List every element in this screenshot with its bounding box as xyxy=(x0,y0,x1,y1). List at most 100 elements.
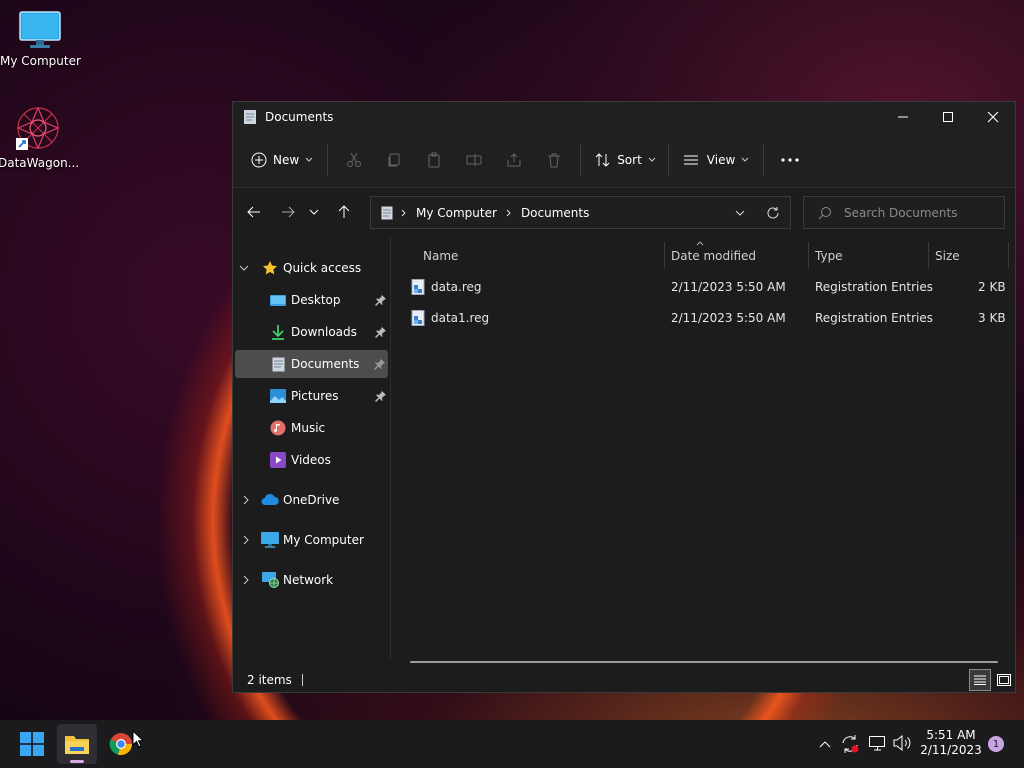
copy-button[interactable] xyxy=(374,144,414,176)
sidebar-item-network[interactable]: Network xyxy=(243,566,333,594)
chevron-down-icon[interactable] xyxy=(735,210,745,216)
address-bar[interactable]: My Computer Documents xyxy=(370,196,791,229)
chevron-right-icon xyxy=(506,209,511,216)
chevron-right-icon xyxy=(401,209,406,216)
desktop-icon-datawagon[interactable]: DataWagon... xyxy=(0,104,80,170)
search-input[interactable]: Search Documents xyxy=(803,196,1005,229)
volume-button[interactable] xyxy=(892,734,912,754)
column-header-size[interactable]: Size xyxy=(935,244,960,268)
sidebar-item-quick-access[interactable]: Quick access xyxy=(239,254,361,282)
column-divider[interactable] xyxy=(928,242,929,268)
share-button[interactable] xyxy=(494,144,534,176)
videos-icon xyxy=(269,451,287,469)
chevron-right-icon xyxy=(243,575,249,585)
table-row[interactable]: data.reg 2/11/2023 5:50 AM Registration … xyxy=(410,273,1006,301)
desktop-folder-icon xyxy=(269,291,287,309)
toolbar-divider xyxy=(667,143,669,176)
file-size: 3 KB xyxy=(978,311,1006,325)
title-bar[interactable]: Documents xyxy=(233,102,1015,132)
navigation-pane: Quick access Desktop Downloads Documents… xyxy=(233,236,391,660)
status-bar: 2 items xyxy=(233,668,1015,692)
chevron-down-icon xyxy=(305,157,313,162)
sidebar-item-music[interactable]: Music xyxy=(269,414,325,442)
column-header-name[interactable]: Name xyxy=(423,244,458,268)
folder-icon xyxy=(65,736,89,754)
details-view-button[interactable] xyxy=(969,669,991,691)
chevron-right-icon xyxy=(243,495,249,505)
sync-status-button[interactable] xyxy=(840,734,860,754)
maximize-icon xyxy=(943,112,953,122)
sidebar-label: Videos xyxy=(291,453,331,467)
document-icon xyxy=(269,355,287,373)
mouse-cursor-icon xyxy=(132,730,144,748)
sort-button[interactable]: Sort xyxy=(587,144,664,176)
sidebar-label: Network xyxy=(283,573,334,587)
show-hidden-icons-button[interactable] xyxy=(815,734,835,754)
arrow-left-icon xyxy=(247,206,260,218)
rename-button[interactable] xyxy=(454,144,494,176)
sidebar-item-pictures[interactable]: Pictures xyxy=(269,382,387,410)
sidebar-item-onedrive[interactable]: OneDrive xyxy=(243,486,339,514)
arrow-right-icon xyxy=(282,206,295,218)
arrow-up-icon xyxy=(338,205,350,218)
copy-icon xyxy=(388,153,400,166)
start-button[interactable] xyxy=(14,726,50,762)
details-view-icon xyxy=(974,675,986,685)
large-icons-view-button[interactable] xyxy=(993,669,1015,691)
forward-button[interactable] xyxy=(273,197,303,227)
refresh-icon[interactable] xyxy=(766,206,780,220)
minimize-button[interactable] xyxy=(880,102,926,132)
view-button[interactable]: View xyxy=(675,144,757,176)
column-divider[interactable] xyxy=(808,242,809,268)
paste-button[interactable] xyxy=(414,144,454,176)
network-status-button[interactable] xyxy=(868,734,888,754)
table-row[interactable]: data1.reg 2/11/2023 5:50 AM Registration… xyxy=(410,304,1006,332)
new-button[interactable]: New xyxy=(243,144,321,176)
sidebar-item-my-computer[interactable]: My Computer xyxy=(243,526,364,554)
delete-button[interactable] xyxy=(534,144,574,176)
datawagon-app-icon xyxy=(16,106,60,150)
more-icon xyxy=(781,157,799,162)
desktop-icon-label: DataWagon... xyxy=(0,156,80,170)
sidebar-label: Downloads xyxy=(291,325,357,339)
pictures-icon xyxy=(269,387,287,405)
cut-button[interactable] xyxy=(334,144,374,176)
breadcrumb-my-computer[interactable]: My Computer xyxy=(416,206,497,220)
file-list: Name Date modified Type Size data.reg 2/… xyxy=(392,236,1015,663)
recent-locations-button[interactable] xyxy=(303,197,325,227)
column-header-type[interactable]: Type xyxy=(815,244,843,268)
sidebar-item-downloads[interactable]: Downloads xyxy=(269,318,387,346)
breadcrumb-documents[interactable]: Documents xyxy=(521,206,589,220)
document-icon xyxy=(244,110,256,124)
close-button[interactable] xyxy=(970,102,1016,132)
notification-badge[interactable]: 1 xyxy=(988,736,1004,752)
more-options-button[interactable] xyxy=(770,144,810,176)
sidebar-item-videos[interactable]: Videos xyxy=(269,446,331,474)
column-header-date[interactable]: Date modified xyxy=(671,244,756,268)
clock-time: 5:51 AM xyxy=(926,728,976,742)
horizontal-scrollbar[interactable] xyxy=(410,661,998,663)
toolbar-divider xyxy=(327,143,329,176)
file-type: Registration Entries xyxy=(815,280,933,294)
clock[interactable]: 5:51 AM 2/11/2023 xyxy=(920,728,982,758)
sidebar-item-desktop[interactable]: Desktop xyxy=(269,286,387,314)
desktop-icon-my-computer[interactable]: My Computer xyxy=(0,10,81,68)
column-divider[interactable] xyxy=(664,242,665,268)
clock-date: 2/11/2023 xyxy=(920,743,982,757)
close-icon xyxy=(987,111,999,123)
sidebar-label: My Computer xyxy=(283,533,364,547)
sidebar-item-documents[interactable]: Documents xyxy=(235,350,388,378)
back-button[interactable] xyxy=(239,197,269,227)
chrome-icon xyxy=(109,733,133,756)
clipboard-icon xyxy=(428,152,440,167)
column-divider[interactable] xyxy=(1008,242,1009,268)
chevron-down-icon xyxy=(648,157,656,162)
taskbar-file-explorer[interactable] xyxy=(57,724,97,764)
file-name: data.reg xyxy=(431,280,482,294)
chevron-down-icon xyxy=(741,157,749,162)
music-icon xyxy=(269,419,287,437)
up-button[interactable] xyxy=(329,197,359,227)
chevron-up-icon xyxy=(819,741,831,748)
new-label: New xyxy=(273,152,300,167)
maximize-button[interactable] xyxy=(925,102,971,132)
